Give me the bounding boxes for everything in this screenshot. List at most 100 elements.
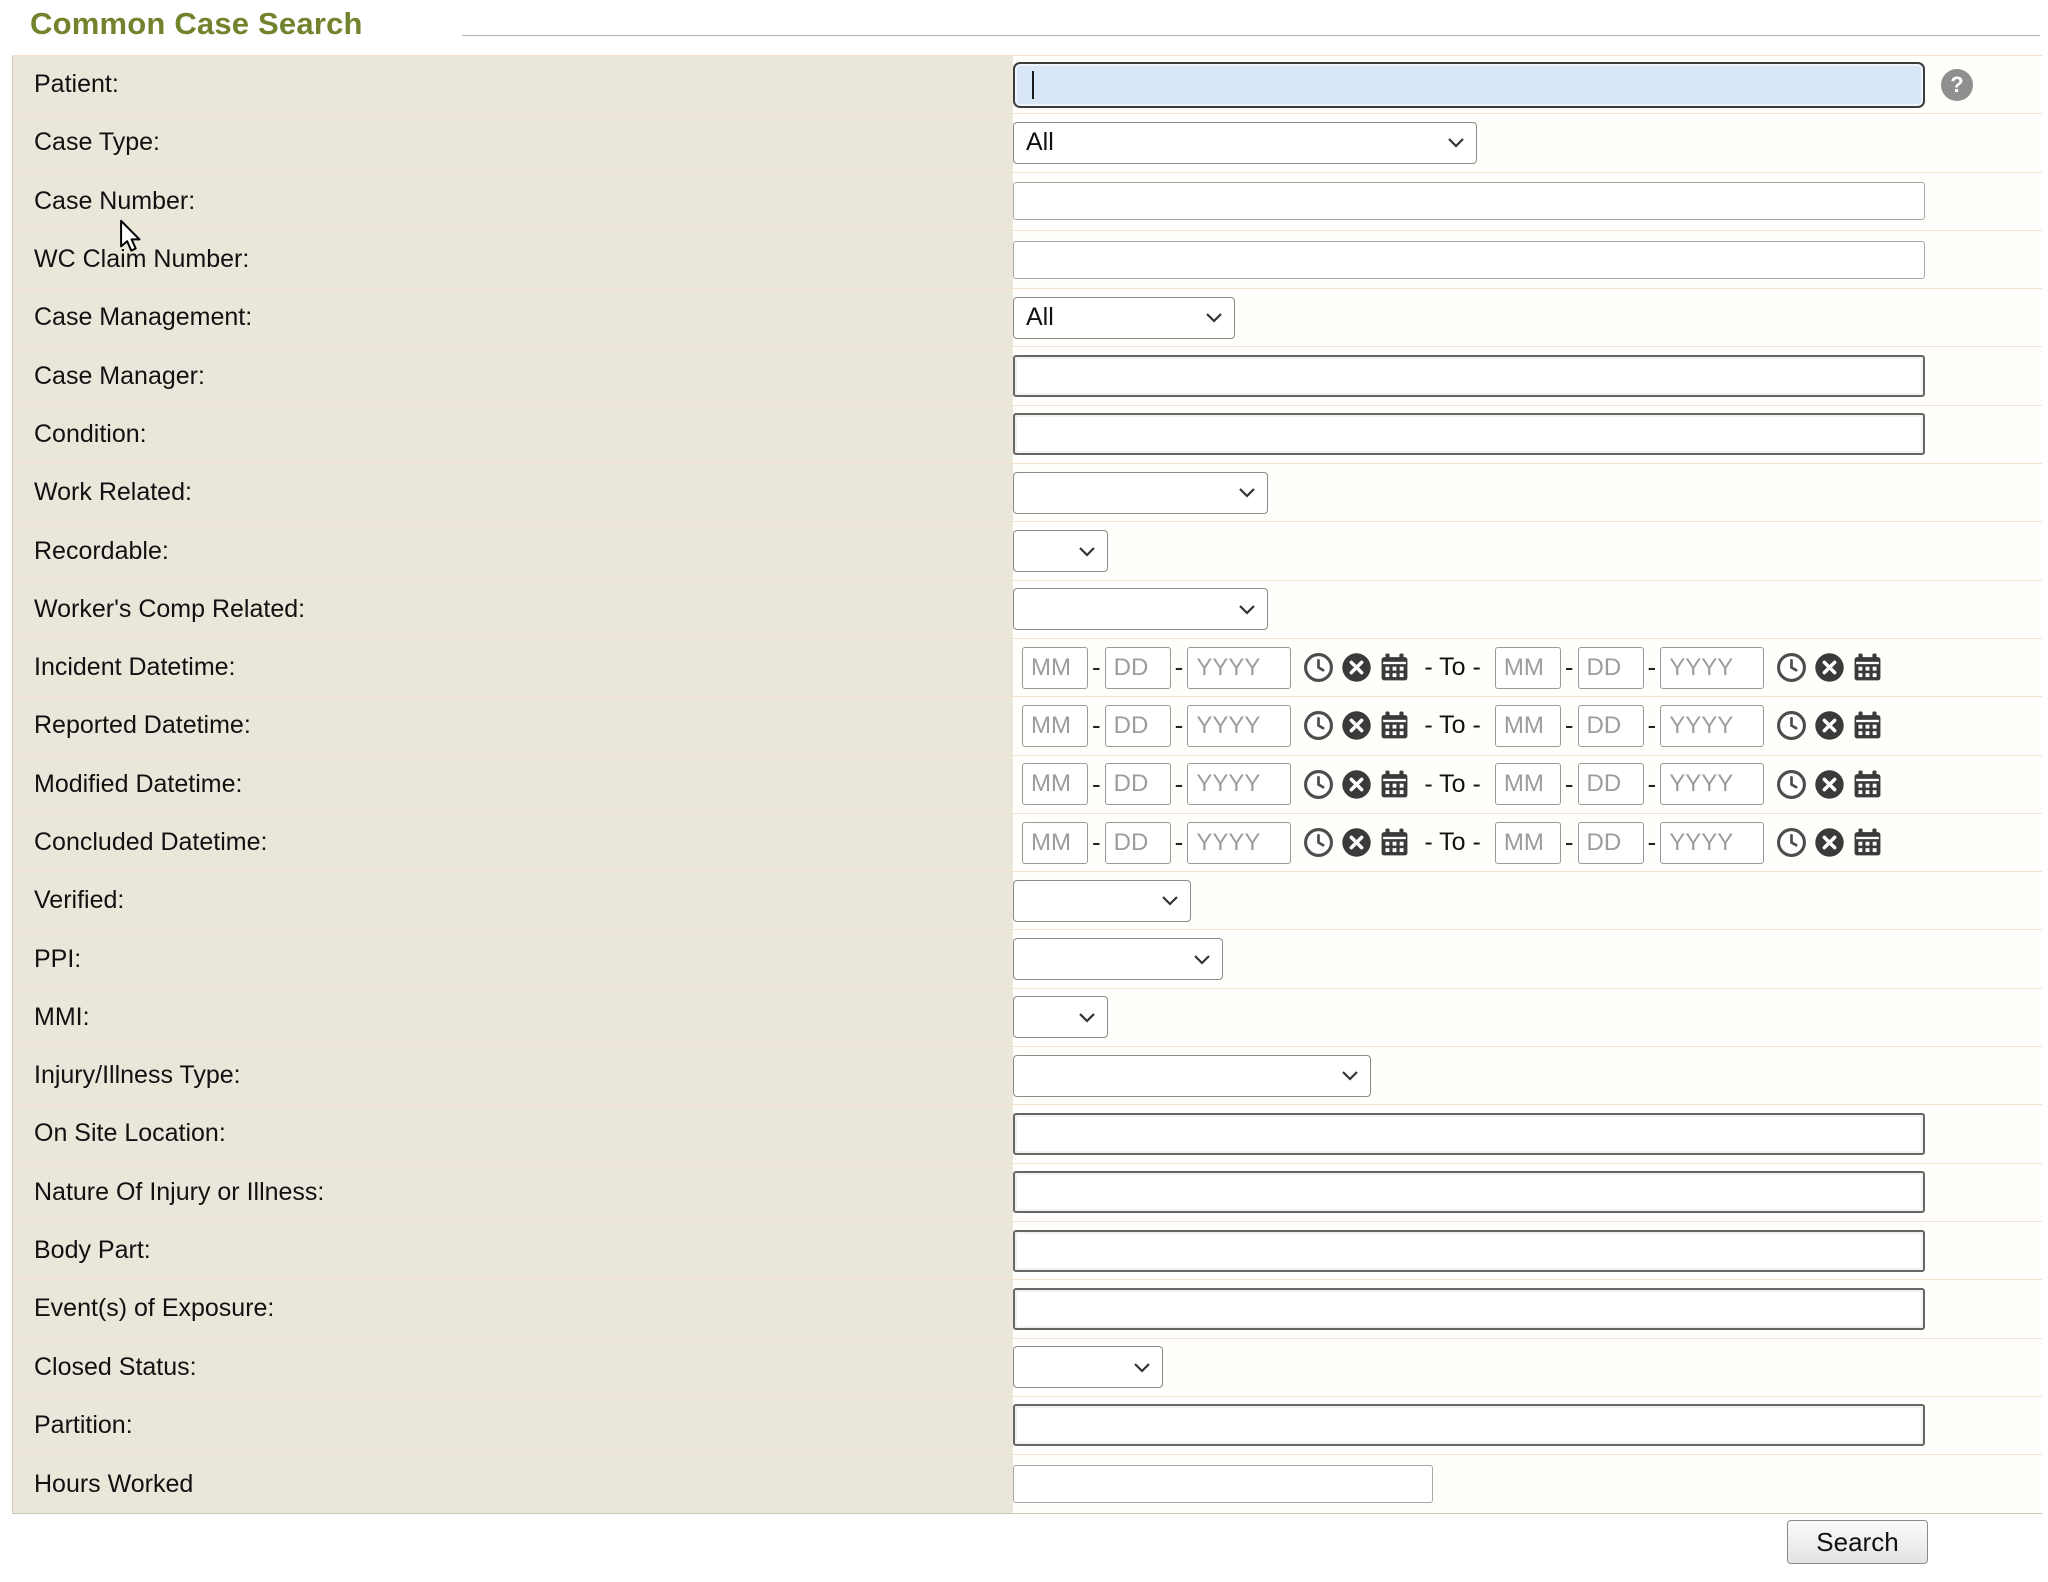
row-case-manager: Case Manager: [13, 347, 2042, 405]
clock-icon[interactable] [1303, 710, 1334, 741]
clear-icon[interactable] [1341, 769, 1372, 800]
verified-label: Verified: [13, 872, 1013, 929]
clear-icon[interactable] [1341, 827, 1372, 858]
modified-datetime-from-mm-input[interactable] [1022, 763, 1088, 805]
reported-datetime-from-mm-input[interactable] [1022, 705, 1088, 747]
fieldset-border-line [462, 35, 2040, 36]
mmi-select[interactable] [1013, 996, 1108, 1038]
clock-icon[interactable] [1303, 769, 1334, 800]
reported-datetime-to-mm-input[interactable] [1495, 705, 1561, 747]
on-site-location-input[interactable] [1013, 1113, 1925, 1155]
concluded-datetime-to-dd-input[interactable] [1578, 822, 1644, 864]
modified-datetime-from-yyyy-input[interactable] [1187, 763, 1291, 805]
help-icon[interactable]: ? [1941, 69, 1973, 101]
event-s-of-exposure-input[interactable] [1013, 1288, 1925, 1330]
recordable-select[interactable] [1013, 530, 1108, 572]
search-button[interactable]: Search [1787, 1520, 1928, 1564]
verified-select[interactable] [1013, 880, 1191, 922]
on-site-location-label: On Site Location: [13, 1105, 1013, 1162]
case-manager-input[interactable] [1013, 355, 1925, 397]
partition-input[interactable] [1013, 1404, 1925, 1446]
clear-icon[interactable] [1341, 710, 1372, 741]
condition-input[interactable] [1013, 413, 1925, 455]
worker-s-comp-related-cell [1013, 581, 2042, 638]
date-separator: - [1565, 652, 1574, 683]
calendar-icon[interactable] [1379, 827, 1410, 858]
clock-icon[interactable] [1776, 652, 1807, 683]
recordable-cell [1013, 522, 2042, 579]
concluded-datetime-to-mm-input[interactable] [1495, 822, 1561, 864]
hours-worked-input[interactable] [1013, 1465, 1433, 1503]
nature-of-injury-or-illness-cell [1013, 1164, 2042, 1221]
calendar-icon[interactable] [1852, 769, 1883, 800]
worker-s-comp-related-select[interactable] [1013, 588, 1268, 630]
case-type-select[interactable]: All [1013, 122, 1477, 164]
modified-datetime-label: Modified Datetime: [13, 756, 1013, 813]
concluded-datetime-to-yyyy-input[interactable] [1660, 822, 1764, 864]
date-separator: - [1648, 769, 1657, 800]
body-part-input[interactable] [1013, 1230, 1925, 1272]
closed-status-select[interactable] [1013, 1346, 1163, 1388]
case-management-select[interactable]: All [1013, 297, 1235, 339]
clear-icon[interactable] [1814, 827, 1845, 858]
work-related-select[interactable] [1013, 472, 1268, 514]
modified-datetime-to-yyyy-input[interactable] [1660, 763, 1764, 805]
reported-datetime-to-date-group: -- [1495, 705, 1883, 747]
wc-claim-number-input[interactable] [1013, 241, 1925, 279]
reported-datetime-from-dd-input[interactable] [1105, 705, 1171, 747]
concluded-datetime-from-dd-input[interactable] [1105, 822, 1171, 864]
clear-icon[interactable] [1341, 652, 1372, 683]
calendar-icon[interactable] [1852, 827, 1883, 858]
nature-of-injury-or-illness-label: Nature Of Injury or Illness: [13, 1164, 1013, 1221]
incident-datetime-to-dd-input[interactable] [1578, 647, 1644, 689]
concluded-datetime-cell: --- To --- [1013, 814, 2042, 871]
nature-of-injury-or-illness-input[interactable] [1013, 1171, 1925, 1213]
modified-datetime-to-date-group: -- [1495, 763, 1883, 805]
clock-icon[interactable] [1776, 769, 1807, 800]
incident-datetime-from-mm-input[interactable] [1022, 647, 1088, 689]
reported-datetime-to-dd-input[interactable] [1578, 705, 1644, 747]
reported-datetime-from-yyyy-input[interactable] [1187, 705, 1291, 747]
case-number-input[interactable] [1013, 182, 1925, 220]
reported-datetime-to-yyyy-input[interactable] [1660, 705, 1764, 747]
clock-icon[interactable] [1303, 827, 1334, 858]
clock-icon[interactable] [1303, 652, 1334, 683]
calendar-icon[interactable] [1852, 710, 1883, 741]
clock-icon[interactable] [1776, 827, 1807, 858]
date-separator: - [1565, 710, 1574, 741]
calendar-icon[interactable] [1852, 652, 1883, 683]
date-separator: - [1092, 827, 1101, 858]
form-rows: Patient:?Case Type:AllCase Number:WC Cla… [12, 55, 2042, 1514]
incident-datetime-to-mm-input[interactable] [1495, 647, 1561, 689]
clear-icon[interactable] [1814, 769, 1845, 800]
patient-input[interactable] [1013, 62, 1925, 108]
date-separator: - [1648, 652, 1657, 683]
row-case-type: Case Type:All [13, 114, 2042, 172]
modified-datetime-to-dd-input[interactable] [1578, 763, 1644, 805]
concluded-datetime-from-yyyy-input[interactable] [1187, 822, 1291, 864]
injury-illness-type-label: Injury/Illness Type: [13, 1047, 1013, 1104]
clear-icon[interactable] [1814, 710, 1845, 741]
calendar-icon[interactable] [1379, 769, 1410, 800]
concluded-datetime-from-mm-input[interactable] [1022, 822, 1088, 864]
chevron-down-icon [1193, 954, 1211, 965]
row-hours-worked: Hours Worked [13, 1455, 2042, 1513]
closed-status-label: Closed Status: [13, 1339, 1013, 1396]
incident-datetime-from-dd-input[interactable] [1105, 647, 1171, 689]
chevron-down-icon [1238, 604, 1256, 615]
condition-cell [1013, 406, 2042, 463]
calendar-icon[interactable] [1379, 652, 1410, 683]
injury-illness-type-select[interactable] [1013, 1055, 1371, 1097]
clear-icon[interactable] [1814, 652, 1845, 683]
incident-datetime-from-yyyy-input[interactable] [1187, 647, 1291, 689]
modified-datetime-to-mm-input[interactable] [1495, 763, 1561, 805]
clock-icon[interactable] [1776, 710, 1807, 741]
modified-datetime-from-dd-input[interactable] [1105, 763, 1171, 805]
date-separator: - [1175, 710, 1184, 741]
case-management-cell: All [1013, 289, 2042, 346]
wc-claim-number-cell [1013, 231, 2042, 288]
incident-datetime-to-yyyy-input[interactable] [1660, 647, 1764, 689]
chevron-down-icon [1133, 1362, 1151, 1373]
ppi-select[interactable] [1013, 938, 1223, 980]
calendar-icon[interactable] [1379, 710, 1410, 741]
